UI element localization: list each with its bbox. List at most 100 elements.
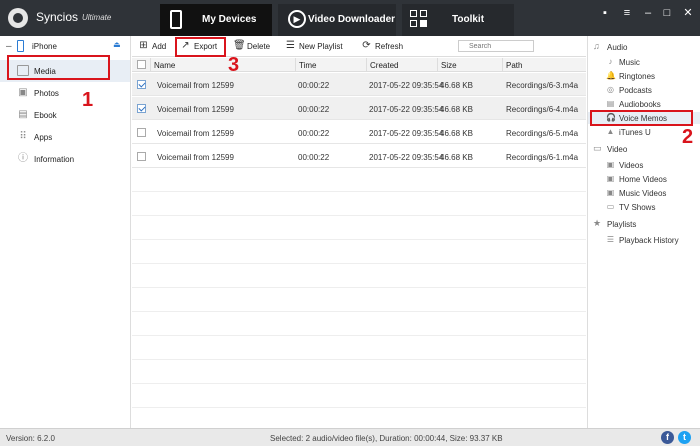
list-icon: ☰ (606, 235, 615, 244)
column-header-created[interactable]: Created (370, 61, 398, 70)
cell-path: Recordings/6-3.m4a (506, 81, 579, 90)
cell-size: 46.68 KB (440, 153, 473, 162)
minimize-icon[interactable]: – (641, 6, 655, 20)
cell-name: Voicemail from 12599 (157, 105, 234, 114)
audiobook-icon: ▤ (606, 99, 615, 108)
empty-row (132, 289, 586, 312)
column-divider (150, 58, 151, 72)
row-checkbox[interactable] (137, 128, 146, 137)
row-checkbox[interactable] (137, 104, 146, 113)
tab-label: My Devices (202, 14, 257, 25)
menu-icon[interactable]: ≡ (620, 6, 634, 20)
cell-path: Recordings/6-4.m4a (506, 105, 579, 114)
sidebar-item-label: Ringtones (619, 72, 656, 81)
sidebar-item-photos[interactable]: ▣ Photos (0, 82, 130, 104)
cell-size: 46.68 KB (440, 105, 473, 114)
select-all-checkbox[interactable] (137, 60, 146, 69)
sidebar-item-podcasts[interactable]: ◎ Podcasts (588, 84, 700, 96)
column-header-size[interactable]: Size (441, 61, 457, 70)
cell-time: 00:00:22 (298, 105, 330, 114)
empty-row (132, 385, 586, 408)
sidebar-item-information[interactable]: ⓘ Information (0, 148, 130, 170)
trash-icon: 🗑 (233, 40, 246, 51)
cell-size: 46.68 KB (440, 129, 473, 138)
sidebar-item-label: Podcasts (619, 86, 652, 95)
table-row[interactable]: Voicemail from 12599 00:00:22 2017-05-22… (132, 73, 586, 96)
feedback-icon[interactable]: ▪ (598, 6, 612, 20)
tab-label: Video Downloader (308, 14, 396, 25)
new-playlist-label: New Playlist (299, 42, 343, 51)
tv-icon: ▭ (606, 202, 615, 211)
sidebar-item-label: Audiobooks (619, 100, 661, 109)
tab-toolkit[interactable]: Toolkit (402, 4, 514, 36)
search-input[interactable] (458, 40, 534, 52)
cell-path: Recordings/6-1.m4a (506, 153, 579, 162)
collapse-icon[interactable]: – (6, 41, 12, 52)
maximize-icon[interactable]: □ (660, 6, 674, 20)
twitter-icon[interactable]: t (678, 431, 691, 444)
sidebar-item-audiobooks[interactable]: ▤ Audiobooks (588, 98, 700, 110)
sidebar-item-label: Apps (34, 133, 53, 142)
close-icon[interactable]: ✕ (681, 6, 695, 20)
film-icon: ▣ (606, 160, 615, 169)
tab-label: Toolkit (452, 14, 485, 25)
group-audio[interactable]: ♫ Audio (588, 41, 700, 53)
annotation-box-media (7, 55, 110, 80)
sidebar-item-playback-history[interactable]: ☰ Playback History (588, 234, 700, 246)
category-sidebar: ♫ Audio ♪ Music 🔔 Ringtones ◎ Podcasts ▤… (587, 36, 700, 428)
empty-row (132, 217, 586, 240)
music-video-icon: ▣ (606, 188, 615, 197)
row-checkbox[interactable] (137, 80, 146, 89)
empty-row (132, 361, 586, 384)
app-edition: Ultimate (82, 13, 112, 22)
empty-row (132, 337, 586, 360)
music-note-icon: ♫ (593, 41, 600, 51)
sidebar-item-label: TV Shows (619, 203, 656, 212)
add-label: Add (152, 42, 167, 51)
cell-time: 00:00:22 (298, 81, 330, 90)
cell-created: 2017-05-22 09:35:54 (369, 153, 444, 162)
empty-row (132, 169, 586, 192)
media-table: Name Time Created Size Path Voicemail fr… (132, 58, 586, 428)
tab-my-devices[interactable]: My Devices (160, 4, 272, 36)
apps-grid-icon: ⠿ (19, 131, 27, 142)
playlist-icon: ☰ (286, 40, 295, 51)
row-checkbox[interactable] (137, 152, 146, 161)
sidebar-item-tv-shows[interactable]: ▭ TV Shows (588, 201, 700, 213)
grid-icon (410, 10, 428, 28)
table-row[interactable]: Voicemail from 12599 00:00:22 2017-05-22… (132, 97, 586, 120)
device-iphone[interactable]: – iPhone ⏏ (0, 38, 130, 54)
table-header: Name Time Created Size Path (132, 58, 586, 72)
photos-icon: ▣ (18, 87, 28, 98)
column-header-name[interactable]: Name (154, 61, 175, 70)
sidebar-item-label: Home Videos (619, 175, 667, 184)
cell-name: Voicemail from 12599 (157, 129, 234, 138)
column-divider (366, 58, 367, 72)
sidebar-item-videos[interactable]: ▣ Videos (588, 159, 700, 171)
sidebar-item-label: Videos (619, 161, 644, 170)
sidebar-item-label: Music (619, 58, 640, 67)
sidebar-item-apps[interactable]: ⠿ Apps (0, 126, 130, 148)
sidebar-item-label: Ebook (34, 111, 57, 120)
column-header-time[interactable]: Time (299, 61, 316, 70)
facebook-icon[interactable]: f (661, 431, 674, 444)
sidebar-item-ebook[interactable]: ▤ Ebook (0, 104, 130, 126)
tab-video-downloader[interactable]: ▶ Video Downloader (278, 4, 396, 36)
table-row[interactable]: Voicemail from 12599 00:00:22 2017-05-22… (132, 145, 586, 168)
sidebar-item-ringtones[interactable]: 🔔 Ringtones (588, 70, 700, 82)
cell-created: 2017-05-22 09:35:54 (369, 81, 444, 90)
column-divider (295, 58, 296, 72)
column-header-path[interactable]: Path (506, 61, 522, 70)
sidebar-item-music[interactable]: ♪ Music (588, 56, 700, 68)
title-bar: Syncios Ultimate My Devices ▶ Video Down… (0, 0, 700, 36)
sidebar-item-home-videos[interactable]: ▣ Home Videos (588, 173, 700, 185)
group-playlists[interactable]: ★ Playlists (588, 218, 700, 230)
sidebar-item-music-videos[interactable]: ▣ Music Videos (588, 187, 700, 199)
table-row[interactable]: Voicemail from 12599 00:00:22 2017-05-22… (132, 121, 586, 144)
eject-icon[interactable]: ⏏ (113, 40, 121, 49)
cell-path: Recordings/6-5.m4a (506, 129, 579, 138)
music-icon: ♪ (608, 57, 613, 66)
annotation-box-voice-memos (590, 110, 693, 126)
refresh-label: Refresh (375, 42, 404, 51)
phone-icon (170, 10, 182, 29)
